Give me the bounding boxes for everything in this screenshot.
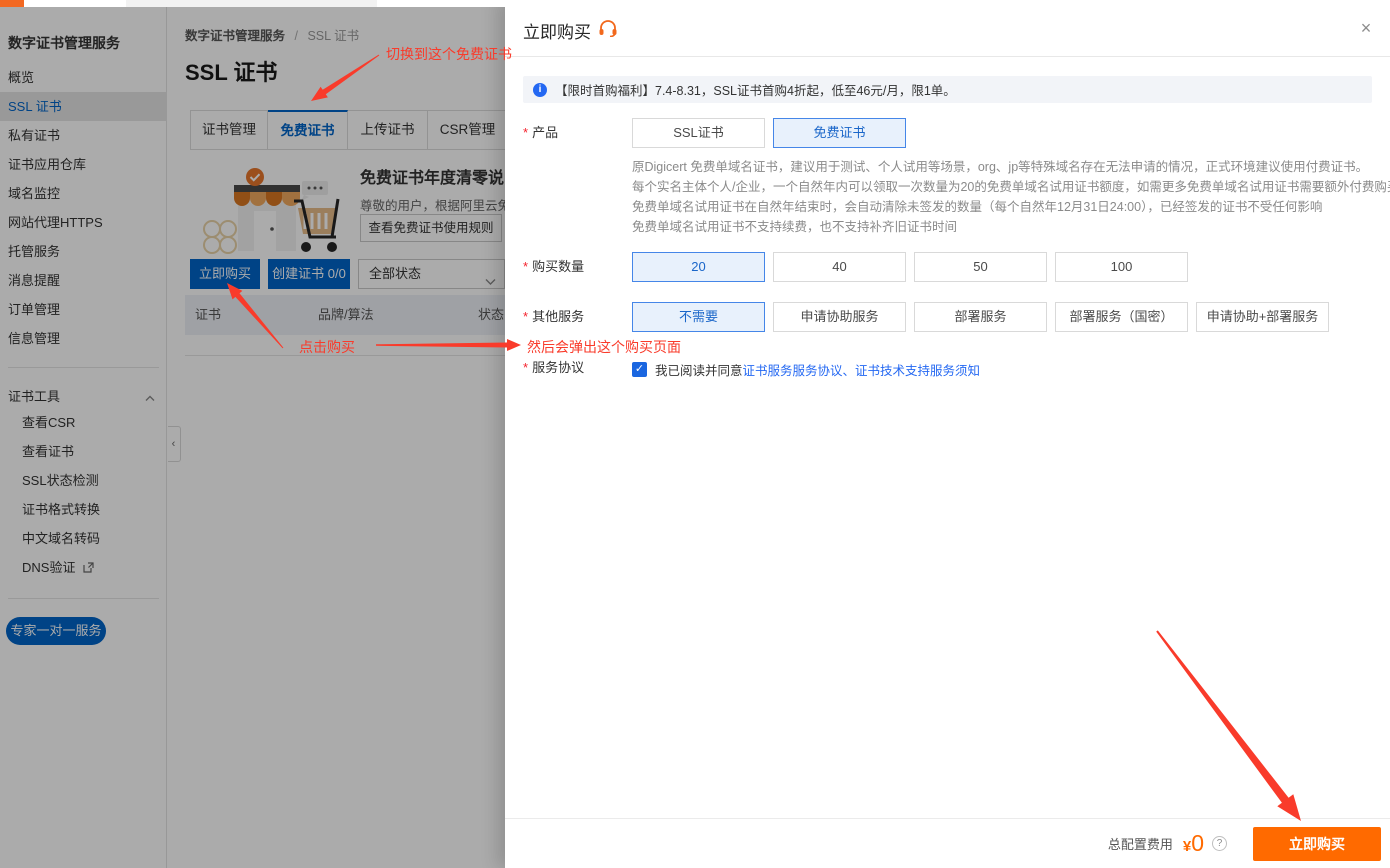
drawer-title: 立即购买 <box>523 18 591 43</box>
info-icon: i <box>533 83 547 97</box>
close-icon[interactable]: × <box>1352 14 1380 42</box>
product-label: *产品 <box>523 118 558 148</box>
headset-icon[interactable] <box>598 20 618 42</box>
option-service-assist[interactable]: 申请协助服务 <box>773 302 906 332</box>
purchase-drawer: 立即购买 × i 【限时首购福利】7.4-8.31，SSL证书首购4折起，低至4… <box>505 0 1390 868</box>
top-strip <box>0 0 505 7</box>
option-qty-50[interactable]: 50 <box>914 252 1047 282</box>
desc-line: 原Digicert 免费单域名证书，建议用于测试、个人试用等场景，org、jp等… <box>632 157 1390 177</box>
buy-now-button-drawer[interactable]: 立即购买 <box>1253 827 1381 861</box>
services-label: *其他服务 <box>523 302 584 332</box>
modal-mask[interactable] <box>0 7 505 868</box>
product-options: SSL证书 免费证书 <box>632 118 906 148</box>
total-fee-amount: ¥0 <box>1183 830 1204 857</box>
desc-line: 每个实名主体个人/企业，一个自然年内可以领取一次数量为20的免费单域名试用证书额… <box>632 177 1390 197</box>
drawer-header: 立即购买 × <box>505 0 1390 57</box>
quantity-label: *购买数量 <box>523 252 584 282</box>
agreement-separator: 、 <box>843 360 856 379</box>
app-root: 数字证书管理服务 概览 SSL 证书 私有证书 证书应用仓库 域名监控 网站代理… <box>0 0 1390 868</box>
top-strip-segment <box>126 0 377 7</box>
promo-banner-text: 【限时首购福利】7.4-8.31，SSL证书首购4折起，低至46元/月，限1单。 <box>555 80 956 99</box>
tech-support-link[interactable]: 证书技术支持服务须知 <box>855 360 980 379</box>
help-question-icon[interactable]: ? <box>1212 836 1227 851</box>
option-ssl-cert[interactable]: SSL证书 <box>632 118 765 148</box>
services-options: 不需要 申请协助服务 部署服务 部署服务（国密） 申请协助+部署服务 <box>632 302 1329 332</box>
agreement-label: *服务协议 <box>523 353 584 383</box>
agreement-row: ✓ 我已阅读并同意 证书服务服务协议 、 证书技术支持服务须知 <box>632 360 980 379</box>
desc-line: 免费单域名试用证书在自然年结束时，会自动清除未签发的数量（每个自然年12月31日… <box>632 197 1390 217</box>
option-service-none[interactable]: 不需要 <box>632 302 765 332</box>
option-qty-100[interactable]: 100 <box>1055 252 1188 282</box>
quantity-options: 20 40 50 100 <box>632 252 1188 282</box>
desc-line: 免费单域名试用证书不支持续费，也不支持补齐旧证书时间 <box>632 217 1390 237</box>
option-qty-40[interactable]: 40 <box>773 252 906 282</box>
agreement-prefix: 我已阅读并同意 <box>655 360 743 379</box>
service-agreement-link[interactable]: 证书服务服务协议 <box>743 360 843 379</box>
total-fee-label: 总配置费用 <box>1108 834 1173 853</box>
agreement-checkbox[interactable]: ✓ <box>632 362 647 377</box>
logo-square <box>0 0 24 7</box>
option-service-deploy-gm[interactable]: 部署服务（国密） <box>1055 302 1188 332</box>
drawer-footer: 总配置费用 ¥0 ? 立即购买 <box>505 818 1390 868</box>
option-qty-20[interactable]: 20 <box>632 252 765 282</box>
product-description: 原Digicert 免费单域名证书，建议用于测试、个人试用等场景，org、jp等… <box>632 157 1390 237</box>
option-service-assist-deploy[interactable]: 申请协助+部署服务 <box>1196 302 1329 332</box>
option-service-deploy[interactable]: 部署服务 <box>914 302 1047 332</box>
promo-banner: i 【限时首购福利】7.4-8.31，SSL证书首购4折起，低至46元/月，限1… <box>523 76 1372 103</box>
option-free-cert[interactable]: 免费证书 <box>773 118 906 148</box>
